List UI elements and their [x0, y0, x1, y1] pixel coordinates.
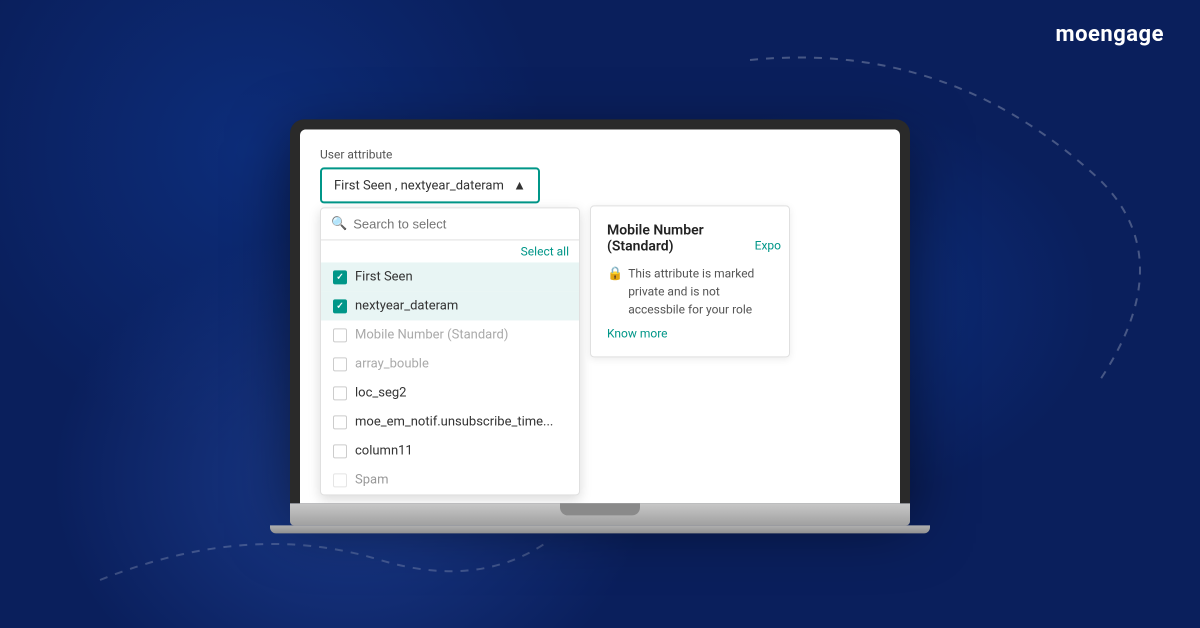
export-link[interactable]: Expo [755, 238, 781, 252]
dropdown-value: First Seen , nextyear_dateram [334, 178, 504, 193]
laptop-mockup: User attribute First Seen , nextyear_dat… [290, 119, 910, 533]
list-item[interactable]: Spam [321, 465, 579, 494]
info-description: This attribute is marked private and is … [628, 264, 773, 318]
moengage-logo: moengage [1056, 22, 1164, 47]
laptop-base [290, 503, 910, 525]
list-item[interactable]: Mobile Number (Standard) [321, 320, 579, 349]
checkbox-nextyear-dateram[interactable] [333, 299, 347, 313]
item-label: Mobile Number (Standard) [355, 327, 508, 342]
item-label: Spam [355, 472, 389, 487]
panels-row: 🔍 Select all First Seen [320, 205, 880, 495]
search-input[interactable] [353, 216, 569, 231]
search-box: 🔍 [321, 208, 579, 240]
item-label: moe_em_notif.unsubscribe_time... [355, 414, 553, 429]
checkbox-spam[interactable] [333, 473, 347, 487]
info-panel: Expo Mobile Number (Standard) 🔒 This att… [590, 205, 790, 357]
laptop-screen-outer: User attribute First Seen , nextyear_dat… [290, 119, 910, 503]
list-item[interactable]: nextyear_dateram [321, 291, 579, 320]
list-item[interactable]: column11 [321, 436, 579, 465]
item-label: array_bouble [355, 356, 429, 371]
dropdown-arrow-icon: ▲ [513, 177, 526, 193]
checkbox-first-seen[interactable] [333, 270, 347, 284]
dropdown-panel: 🔍 Select all First Seen [320, 207, 580, 495]
search-icon: 🔍 [331, 216, 347, 231]
user-attribute-label: User attribute [320, 147, 880, 161]
info-panel-body: 🔒 This attribute is marked private and i… [607, 264, 773, 318]
info-panel-title: Mobile Number (Standard) [607, 222, 773, 254]
checkbox-mobile-number[interactable] [333, 328, 347, 342]
item-label: column11 [355, 443, 413, 458]
item-label: loc_seg2 [355, 385, 406, 400]
know-more-link[interactable]: Know more [607, 326, 773, 340]
attribute-list: First Seen nextyear_dateram Mobile Numbe… [321, 262, 579, 494]
checkbox-array-bouble[interactable] [333, 357, 347, 371]
item-label: First Seen [355, 269, 413, 284]
checkbox-loc-seg2[interactable] [333, 386, 347, 400]
laptop-foot [270, 525, 930, 533]
lock-icon: 🔒 [607, 264, 623, 284]
laptop-screen-inner: User attribute First Seen , nextyear_dat… [300, 129, 900, 503]
list-item[interactable]: First Seen [321, 262, 579, 291]
item-label: nextyear_dateram [355, 298, 458, 313]
list-item[interactable]: array_bouble [321, 349, 579, 378]
select-all-row: Select all [321, 240, 579, 262]
list-item[interactable]: moe_em_notif.unsubscribe_time... [321, 407, 579, 436]
dropdown-trigger[interactable]: First Seen , nextyear_dateram ▲ [320, 167, 540, 203]
checkbox-column11[interactable] [333, 444, 347, 458]
list-item[interactable]: loc_seg2 [321, 378, 579, 407]
checkbox-moe-em-notif[interactable] [333, 415, 347, 429]
screen-content: User attribute First Seen , nextyear_dat… [300, 129, 900, 503]
select-all-link[interactable]: Select all [521, 244, 569, 258]
